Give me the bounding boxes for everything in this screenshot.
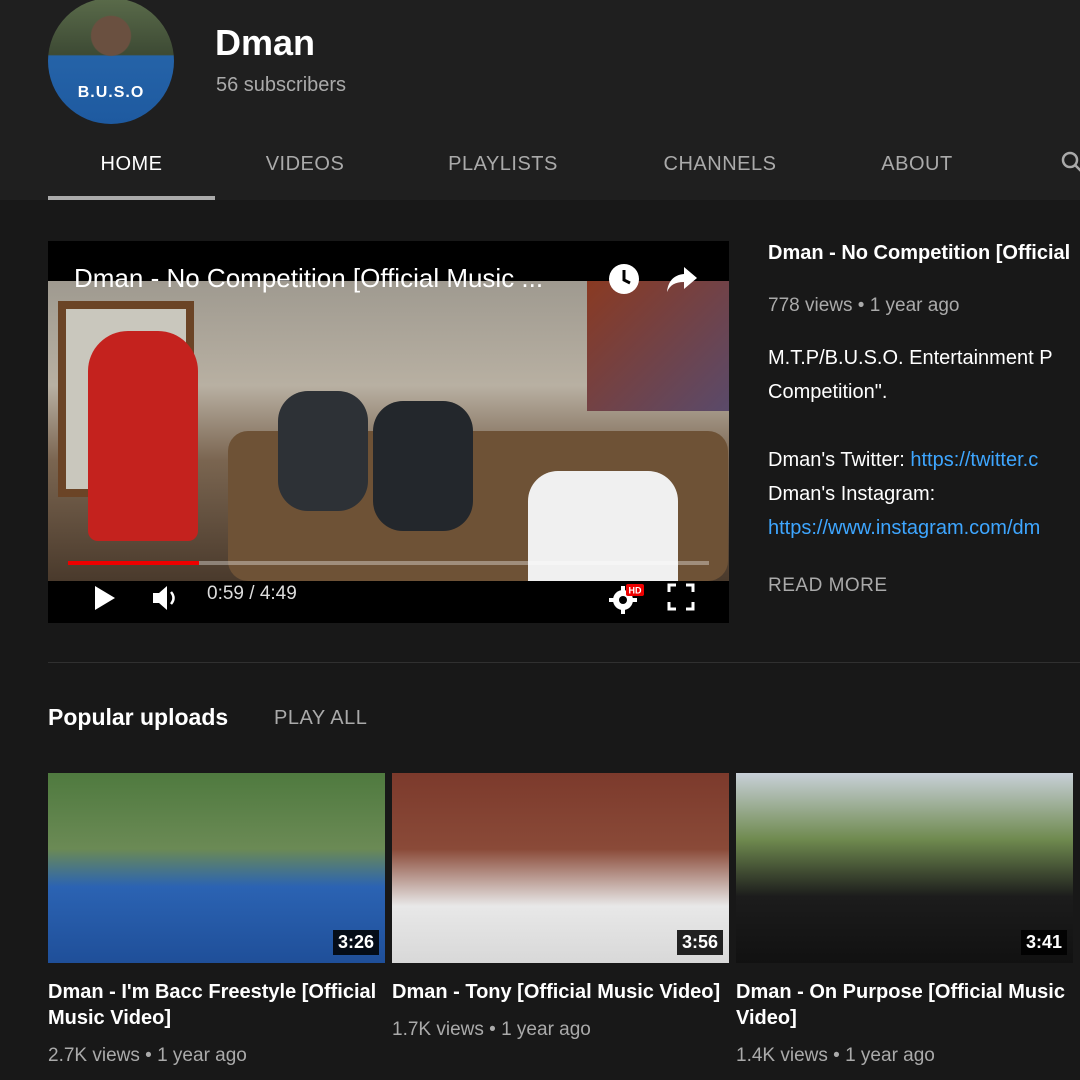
- time-display: 0:59 / 4:49: [207, 583, 297, 604]
- play-icon[interactable]: [92, 584, 118, 612]
- duration-badge: 3:56: [676, 930, 723, 955]
- video-player[interactable]: Dman - No Competition [Official Music ..…: [48, 241, 729, 623]
- tab-home[interactable]: HOME: [48, 132, 215, 200]
- video-meta: 2.7K views • 1 year ago: [48, 1045, 247, 1066]
- play-all-button[interactable]: PLAY ALL: [274, 707, 367, 730]
- section-divider: [48, 662, 1080, 663]
- tab-playlists[interactable]: PLAYLISTS: [395, 132, 611, 200]
- twitter-link[interactable]: https://twitter.c: [910, 449, 1038, 471]
- duration-badge: 3:26: [332, 930, 379, 955]
- player-title[interactable]: Dman - No Competition [Official Music ..…: [74, 263, 614, 294]
- tab-about[interactable]: ABOUT: [829, 132, 1005, 200]
- progress-bar[interactable]: [68, 561, 709, 565]
- avatar[interactable]: B.U.S.O: [48, 0, 174, 124]
- tab-channels[interactable]: CHANNELS: [611, 132, 829, 200]
- video-thumbnail[interactable]: 3:26: [48, 773, 385, 963]
- video-title[interactable]: Dman - On Purpose [Official Music Video]: [736, 979, 1073, 1031]
- video-meta: 1.7K views • 1 year ago: [392, 1019, 591, 1040]
- volume-icon[interactable]: [151, 584, 181, 612]
- subscriber-count: 56 subscribers: [216, 74, 347, 96]
- fullscreen-icon[interactable]: [667, 583, 695, 611]
- featured-video-meta: 778 views • 1 year ago: [768, 295, 960, 316]
- featured-video-info: Dman - No Competition [Official 778 view…: [768, 240, 1080, 597]
- duration-badge: 3:41: [1020, 930, 1067, 955]
- avatar-shirt-text: B.U.S.O: [77, 84, 145, 101]
- share-icon[interactable]: [664, 261, 700, 297]
- popular-uploads-title[interactable]: Popular uploads: [48, 704, 228, 731]
- video-title[interactable]: Dman - I'm Bacc Freestyle [Official Musi…: [48, 979, 385, 1031]
- desc-line: Competition".: [768, 381, 888, 403]
- instagram-label: Dman's Instagram:: [768, 483, 936, 505]
- featured-video-description: M.T.P/B.U.S.O. Entertainment P Competiti…: [768, 341, 1080, 545]
- read-more-button[interactable]: READ MORE: [768, 575, 1080, 597]
- video-thumbnail[interactable]: 3:56: [392, 773, 729, 963]
- progress-fill: [68, 561, 199, 565]
- featured-video-title[interactable]: Dman - No Competition [Official: [768, 242, 1080, 265]
- video-thumbnail[interactable]: 3:41: [736, 773, 1073, 963]
- video-card[interactable]: 3:56 Dman - Tony [Official Music Video] …: [392, 773, 729, 1041]
- video-card[interactable]: 3:26 Dman - I'm Bacc Freestyle [Official…: [48, 773, 385, 1067]
- desc-line: M.T.P/B.U.S.O. Entertainment P: [768, 347, 1053, 369]
- clock-icon[interactable]: [606, 261, 642, 297]
- gear-icon[interactable]: HD: [608, 583, 644, 615]
- search-icon[interactable]: [1060, 150, 1080, 174]
- channel-header: B.U.S.O Dman 56 subscribers HOME VIDEOS …: [0, 0, 1080, 200]
- video-card[interactable]: 3:41 Dman - On Purpose [Official Music V…: [736, 773, 1073, 1067]
- channel-tabs: HOME VIDEOS PLAYLISTS CHANNELS ABOUT: [48, 132, 1005, 200]
- video-title[interactable]: Dman - Tony [Official Music Video]: [392, 979, 729, 1005]
- instagram-link[interactable]: https://www.instagram.com/dm: [768, 511, 1080, 545]
- video-frame: [48, 281, 729, 581]
- channel-name: Dman: [215, 22, 316, 63]
- video-meta: 1.4K views • 1 year ago: [736, 1045, 935, 1066]
- hd-badge: HD: [629, 586, 642, 596]
- player-controls: 0:59 / 4:49 HD: [48, 575, 729, 623]
- tab-videos[interactable]: VIDEOS: [215, 132, 395, 200]
- twitter-label: Dman's Twitter:: [768, 449, 911, 471]
